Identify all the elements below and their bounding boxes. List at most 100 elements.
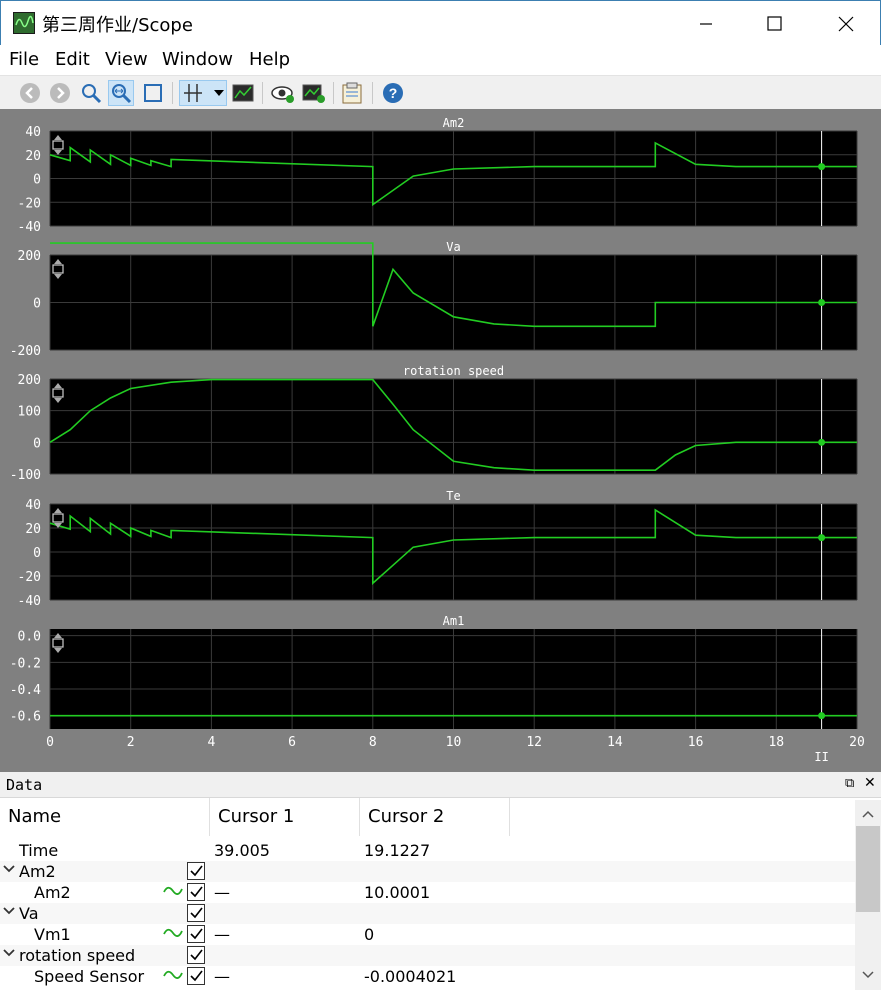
menu-help[interactable]: Help bbox=[249, 49, 290, 70]
x-tick-label: 2 bbox=[127, 735, 135, 750]
x-tick-label: 14 bbox=[607, 735, 623, 750]
y-tick-label: -40 bbox=[18, 220, 41, 235]
visibility-checkbox[interactable] bbox=[187, 904, 205, 922]
cursor-marker bbox=[818, 163, 826, 171]
table-row[interactable]: Am2 — 10.0001 bbox=[0, 882, 855, 903]
cursor-measure-icon[interactable] bbox=[179, 80, 227, 106]
expand-chevron-icon[interactable] bbox=[3, 861, 15, 880]
x-tick-label: 12 bbox=[526, 735, 542, 750]
y-tick-label: -0.2 bbox=[10, 656, 41, 671]
signal-name: Speed Sensor bbox=[34, 967, 145, 986]
y-tick-label: -200 bbox=[10, 344, 41, 359]
signal-stats-icon[interactable] bbox=[230, 80, 256, 106]
menu-edit[interactable]: Edit bbox=[55, 49, 90, 70]
undock-icon[interactable]: ⧉ bbox=[845, 776, 854, 791]
x-tick-label: 0 bbox=[46, 735, 54, 750]
svg-text:?: ? bbox=[389, 85, 398, 101]
x-tick-label: 20 bbox=[849, 735, 865, 750]
expand-chevron-icon[interactable] bbox=[3, 903, 15, 922]
table-row[interactable]: Speed Sensor — -0.0004021 bbox=[0, 966, 855, 987]
y-tick-label: 40 bbox=[25, 125, 41, 140]
menu-file[interactable]: File bbox=[9, 49, 39, 70]
data-scrollbar[interactable] bbox=[855, 800, 881, 990]
visibility-checkbox[interactable] bbox=[187, 862, 205, 880]
visibility-checkbox[interactable] bbox=[187, 946, 205, 964]
toolbar: ? bbox=[0, 75, 881, 109]
group-name: rotation speed bbox=[19, 946, 136, 965]
scope-app-icon bbox=[13, 12, 35, 34]
menu-window[interactable]: Window bbox=[162, 49, 233, 70]
cursor1-value: — bbox=[214, 967, 230, 986]
signal-line-style-icon bbox=[163, 882, 183, 904]
row-name: Time bbox=[19, 841, 59, 860]
data-panel-header: Data ⧉ ✕ bbox=[0, 772, 881, 798]
visibility-checkbox[interactable] bbox=[187, 925, 205, 943]
plot-title: Am1 bbox=[443, 614, 465, 628]
y-tick-label: 0 bbox=[33, 297, 41, 312]
cursor1-value: — bbox=[214, 925, 230, 944]
cursor-marker bbox=[818, 712, 826, 720]
signal-name: Am2 bbox=[34, 883, 71, 902]
maximize-button[interactable] bbox=[752, 1, 798, 46]
visibility-checkbox[interactable] bbox=[187, 883, 205, 901]
y-tick-label: -100 bbox=[10, 468, 41, 483]
properties-icon[interactable] bbox=[340, 80, 366, 106]
y-tick-label: -0.4 bbox=[10, 683, 41, 698]
menu-view[interactable]: View bbox=[105, 49, 148, 70]
close-panel-icon[interactable]: ✕ bbox=[864, 775, 876, 791]
x-tick-label: 6 bbox=[288, 735, 296, 750]
y-tick-label: 0 bbox=[33, 546, 41, 561]
signal-line-style-icon bbox=[163, 966, 183, 988]
column-header-cursor2[interactable]: Cursor 2 bbox=[360, 798, 510, 836]
signal-name: Vm1 bbox=[34, 925, 71, 944]
expand-chevron-icon[interactable] bbox=[3, 945, 15, 964]
view-signal-icon[interactable] bbox=[270, 80, 296, 106]
x-tick-label: 4 bbox=[207, 735, 215, 750]
y-tick-label: 100 bbox=[18, 405, 41, 420]
group-name: Am2 bbox=[19, 862, 56, 881]
y-tick-label: -0.6 bbox=[10, 710, 41, 725]
plot-title: rotation speed bbox=[403, 364, 504, 378]
table-row[interactable]: Time 39.005 19.1227 bbox=[0, 840, 855, 861]
back-icon[interactable] bbox=[17, 80, 43, 106]
cursor-2-label: II bbox=[814, 750, 828, 764]
toolbar-separator bbox=[333, 82, 334, 104]
cursor2-value: 0 bbox=[364, 925, 375, 944]
scope-plots-svg[interactable]: 40200-20-40Am22000-200Va2001000-100rotat… bbox=[0, 109, 881, 772]
x-tick-label: 10 bbox=[446, 735, 462, 750]
signal-group-row[interactable]: Va bbox=[0, 903, 855, 924]
y-tick-label: 40 bbox=[25, 498, 41, 513]
signal-group-row[interactable]: Am2 bbox=[0, 861, 855, 882]
plot-title: Am2 bbox=[443, 116, 465, 130]
menu-bar: File Edit View Window Help bbox=[0, 45, 881, 75]
help-icon[interactable]: ? bbox=[380, 80, 406, 106]
signal-group-row[interactable]: rotation speed bbox=[0, 945, 855, 966]
cursor1-value: 39.005 bbox=[214, 841, 270, 860]
cursor2-value: -0.0004021 bbox=[364, 967, 457, 986]
zoom-icon[interactable] bbox=[78, 80, 104, 106]
cursor1-value: — bbox=[214, 883, 230, 902]
cursor-marker bbox=[818, 438, 826, 446]
forward-icon[interactable] bbox=[47, 80, 73, 106]
column-header-cursor1[interactable]: Cursor 1 bbox=[210, 798, 360, 836]
y-tick-label: 0 bbox=[33, 173, 41, 188]
minimize-button[interactable] bbox=[684, 1, 730, 46]
y-tick-label: -20 bbox=[18, 196, 41, 211]
signal-line-style-icon bbox=[163, 924, 183, 946]
table-row[interactable]: Vm1 — 0 bbox=[0, 924, 855, 945]
add-signal-icon[interactable] bbox=[301, 80, 327, 106]
toolbar-separator bbox=[172, 82, 173, 104]
x-tick-label: 18 bbox=[768, 735, 784, 750]
visibility-checkbox[interactable] bbox=[187, 967, 205, 985]
y-tick-label: -40 bbox=[18, 594, 41, 609]
data-panel-title: Data bbox=[6, 776, 43, 794]
zoom-extents-icon[interactable] bbox=[140, 80, 166, 106]
column-header-name[interactable]: Name bbox=[0, 798, 210, 836]
cursor-marker bbox=[818, 534, 826, 542]
close-button[interactable] bbox=[823, 1, 869, 46]
y-tick-label: 20 bbox=[25, 149, 41, 164]
plot-title: Va bbox=[446, 240, 460, 254]
cursor2-value: 10.0001 bbox=[364, 883, 431, 902]
scope-plot-area[interactable]: 40 20 0 -20 -40 Am2 200 0 -200 Va 200 100 0 -100 rotat… bbox=[0, 109, 881, 772]
zoom-fit-x-icon[interactable] bbox=[108, 80, 134, 106]
